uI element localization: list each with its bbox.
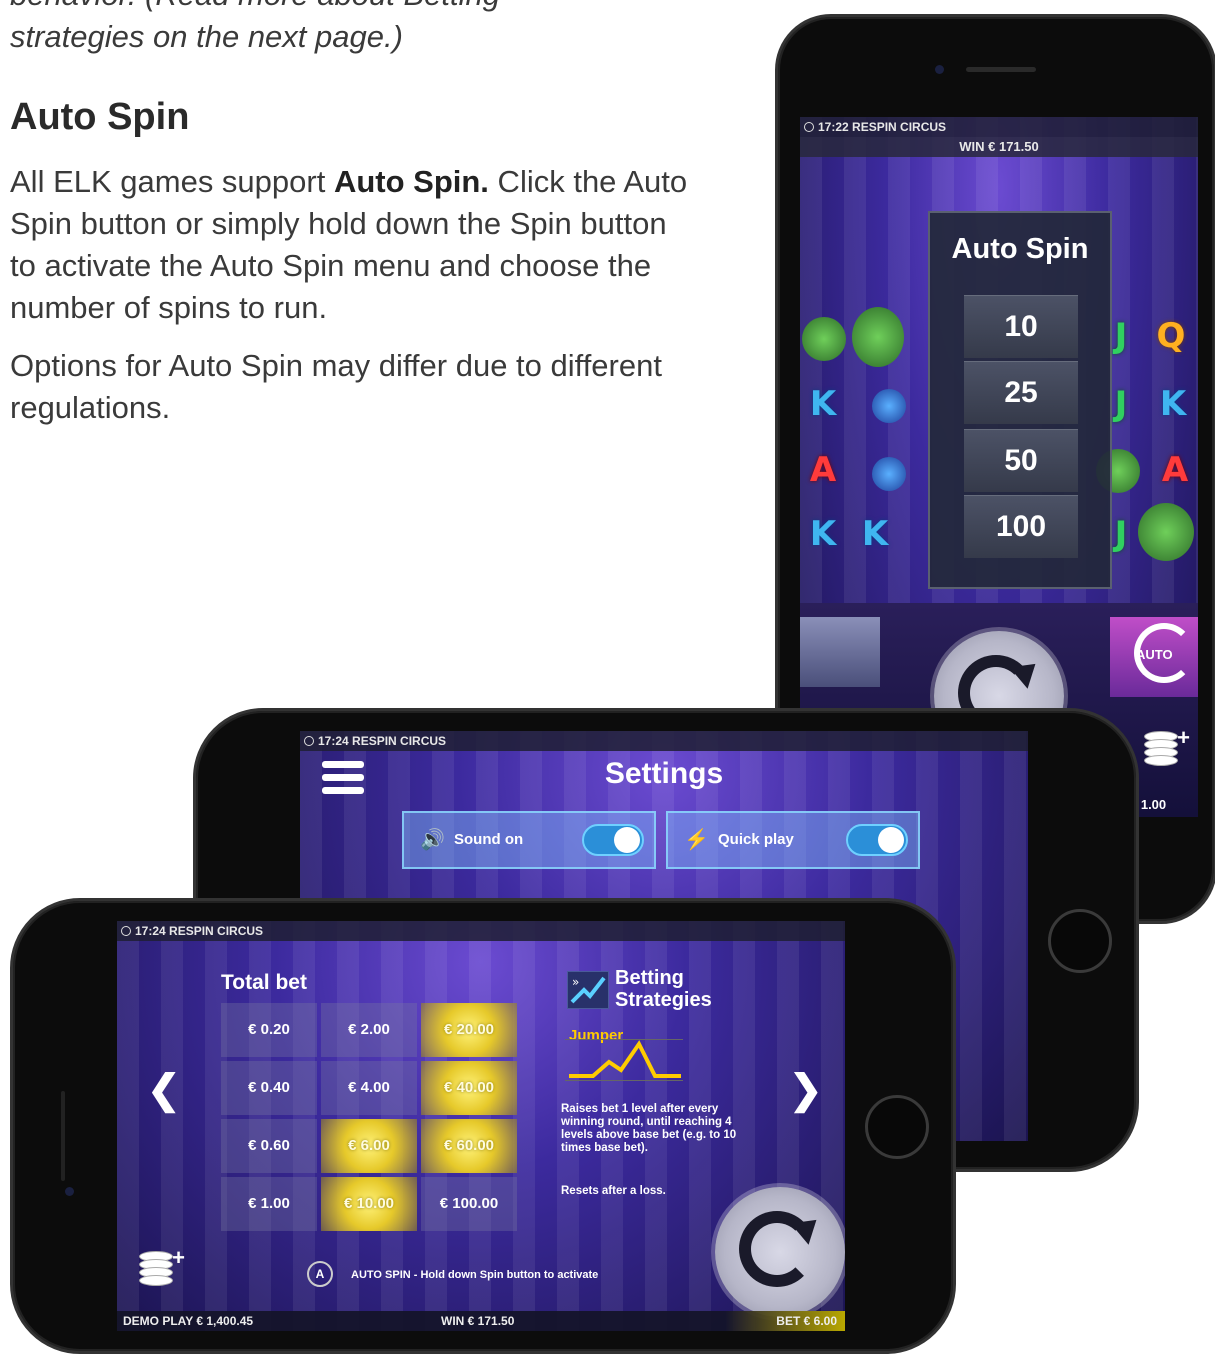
prev-arrow-icon[interactable]: ❮ — [147, 1067, 181, 1113]
autospin-menu-title: Auto Spin — [951, 233, 1089, 265]
svg-text:»: » — [572, 975, 579, 989]
reel-symbol-a: A — [809, 450, 837, 490]
bet-option[interactable]: € 10.00 — [321, 1177, 417, 1231]
bet-option[interactable]: € 0.20 — [221, 1003, 317, 1057]
bet-option[interactable]: € 2.00 — [321, 1003, 417, 1057]
autospin-option-50[interactable]: 50 — [964, 429, 1078, 492]
para1-bold: Auto Spin. — [333, 164, 489, 199]
bet-option-selected[interactable]: € 6.00 — [321, 1119, 417, 1173]
settings-topbar: 17:24 RESPIN CIRCUS — [300, 731, 1028, 751]
bet-option[interactable]: € 0.60 — [221, 1119, 317, 1173]
intro-line-2: strategies on the next page.) — [10, 19, 403, 54]
bet-option[interactable]: € 20.00 — [421, 1003, 517, 1057]
bet-option[interactable]: € 1.00 — [221, 1177, 317, 1231]
bet-topbar-text: 17:24 RESPIN CIRCUS — [135, 924, 264, 938]
front-camera — [935, 65, 944, 74]
reel-symbol-q: Q — [1156, 316, 1186, 356]
para1-start: All ELK games support — [10, 164, 334, 199]
betting-strategies-title: Betting Strategies — [615, 967, 712, 1011]
sound-toggle-card[interactable]: 🔊 Sound on — [402, 811, 656, 869]
reel-symbol-a: A — [1161, 450, 1189, 490]
intro-text: behavior. (Read more about Betting strat… — [10, 0, 710, 58]
bet-screen: 17:24 RESPIN CIRCUS Total bet € 0.20 € 2… — [117, 921, 845, 1331]
status-bar: DEMO PLAY € 1,400.45 WIN € 171.50 BET € … — [117, 1311, 845, 1331]
bs-title-line-1: Betting — [615, 967, 684, 989]
spin-button[interactable] — [715, 1187, 845, 1317]
sound-switch[interactable] — [582, 824, 644, 856]
booth-left — [800, 617, 880, 687]
demo-balance: DEMO PLAY € 1,400.45 — [123, 1314, 254, 1328]
bs-title-line-2: Strategies — [615, 989, 712, 1011]
speaker-slot — [61, 1091, 65, 1181]
reel-symbol-k: K — [861, 514, 889, 554]
earpiece-speaker — [966, 67, 1036, 72]
jumper-graph-icon — [565, 1039, 683, 1081]
autospin-hint-icon: A — [307, 1261, 333, 1287]
reel-symbol-k: K — [809, 514, 837, 554]
bet-topbar: 17:24 RESPIN CIRCUS — [117, 921, 845, 941]
reel-symbol-strongman — [852, 307, 904, 367]
bet-option[interactable]: € 0.40 — [221, 1061, 317, 1115]
autospin-button-label: AUTO — [1136, 647, 1173, 662]
front-camera — [65, 1187, 74, 1196]
portrait-topbar-text: 17:22 RESPIN CIRCUS — [818, 120, 947, 134]
bet-option[interactable]: € 60.00 — [421, 1119, 517, 1173]
home-button[interactable] — [1048, 909, 1112, 973]
clock-icon — [804, 122, 814, 132]
settings-title: Settings — [604, 757, 724, 790]
strategy-description: Raises bet 1 level after every winning r… — [561, 1103, 737, 1154]
reel-symbol-unicycle — [872, 389, 906, 423]
quickplay-switch[interactable] — [846, 824, 908, 856]
bet-amount: BET € 6.00 — [725, 1311, 845, 1331]
reel-symbol-maracas — [802, 317, 846, 361]
autospin-option-10[interactable]: 10 — [964, 295, 1078, 358]
reel-symbol-unicycle — [872, 457, 906, 491]
bet-option[interactable]: € 4.00 — [321, 1061, 417, 1115]
reel-symbol-k: K — [809, 384, 837, 424]
total-bet-title: Total bet — [221, 971, 307, 994]
portrait-topbar: 17:22 RESPIN CIRCUS — [800, 117, 1198, 137]
coin-stack-plus-icon[interactable]: + — [1144, 725, 1190, 771]
autospin-hint: AUTO SPIN - Hold down Spin button to act… — [351, 1269, 599, 1281]
speaker-icon: 🔊 — [420, 829, 445, 851]
portrait-win-bar: WIN € 171.50 — [800, 137, 1198, 157]
reel-symbol-strongman — [1138, 503, 1194, 561]
autospin-option-25[interactable]: 25 — [964, 361, 1078, 424]
reel-symbol-k: K — [1159, 384, 1187, 424]
clock-icon — [121, 926, 131, 936]
intro-line-1: behavior. (Read more about Betting — [10, 0, 710, 16]
autospin-option-100[interactable]: 100 — [964, 495, 1078, 558]
home-button[interactable] — [865, 1095, 929, 1159]
bet-option[interactable]: € 40.00 — [421, 1061, 517, 1115]
betting-strategies-icon: » — [567, 971, 609, 1009]
quickplay-toggle-card[interactable]: ⚡ Quick play — [666, 811, 920, 869]
lightning-icon: ⚡ — [684, 829, 709, 851]
section-heading: Auto Spin — [10, 96, 190, 138]
bet-option[interactable]: € 100.00 — [421, 1177, 517, 1231]
sound-label: Sound on — [454, 831, 524, 848]
next-arrow-icon[interactable]: ❯ — [789, 1067, 823, 1113]
paragraph-regulations: Options for Auto Spin may differ due to … — [10, 348, 662, 425]
win-amount: WIN € 171.50 — [441, 1314, 515, 1328]
strategy-reset-note: Resets after a loss. — [561, 1185, 666, 1197]
paragraph-autospin: All ELK games support Auto Spin. Click t… — [10, 161, 690, 329]
autospin-menu: Auto Spin 10 25 50 100 — [928, 211, 1112, 589]
settings-topbar-text: 17:24 RESPIN CIRCUS — [318, 734, 447, 748]
landscape-phone-bet: 17:24 RESPIN CIRCUS Total bet € 0.20 € 2… — [10, 898, 956, 1354]
quickplay-label: Quick play — [718, 831, 794, 848]
coin-stack-plus-icon[interactable]: + — [139, 1245, 185, 1291]
clock-icon — [304, 736, 314, 746]
